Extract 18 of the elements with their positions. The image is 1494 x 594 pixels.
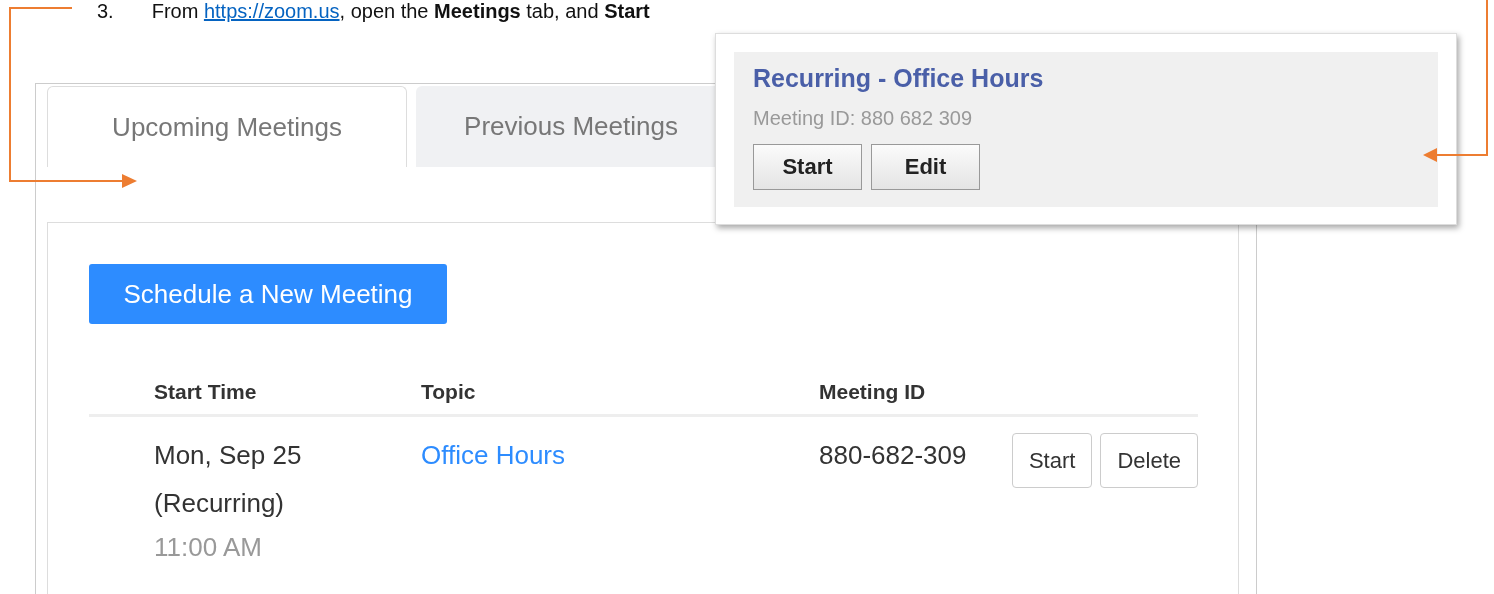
action-button[interactable]: Delete <box>1100 433 1198 488</box>
popup-button[interactable]: Edit <box>871 144 980 190</box>
meeting-title: Recurring - Office Hours <box>753 64 1045 93</box>
instruction-text: From https://zoom.us, open the Meetings tab, and Start <box>151 0 650 22</box>
date-text: Mon, Sep 25 (Recurring) <box>154 439 303 520</box>
tab[interactable]: Upcoming Meetings <box>47 86 407 167</box>
schedule-button[interactable]: Schedule a New Meeting <box>89 264 447 324</box>
column-header: Meeting ID <box>819 380 927 404</box>
link[interactable]: https://zoom.us <box>203 0 340 22</box>
meeting-id: 880-682-309 <box>819 439 967 472</box>
column-header: Start Time <box>154 380 258 404</box>
time-text: 11:00 AM <box>154 531 263 564</box>
column-header: Topic <box>421 380 477 404</box>
topic-link[interactable]: Office Hours <box>421 440 565 470</box>
list-number: 3. <box>97 0 114 22</box>
popup-button[interactable]: Start <box>753 144 862 190</box>
meeting-id: Meeting ID: 880 682 309 <box>753 107 974 130</box>
action-button[interactable]: Start <box>1011 433 1093 488</box>
